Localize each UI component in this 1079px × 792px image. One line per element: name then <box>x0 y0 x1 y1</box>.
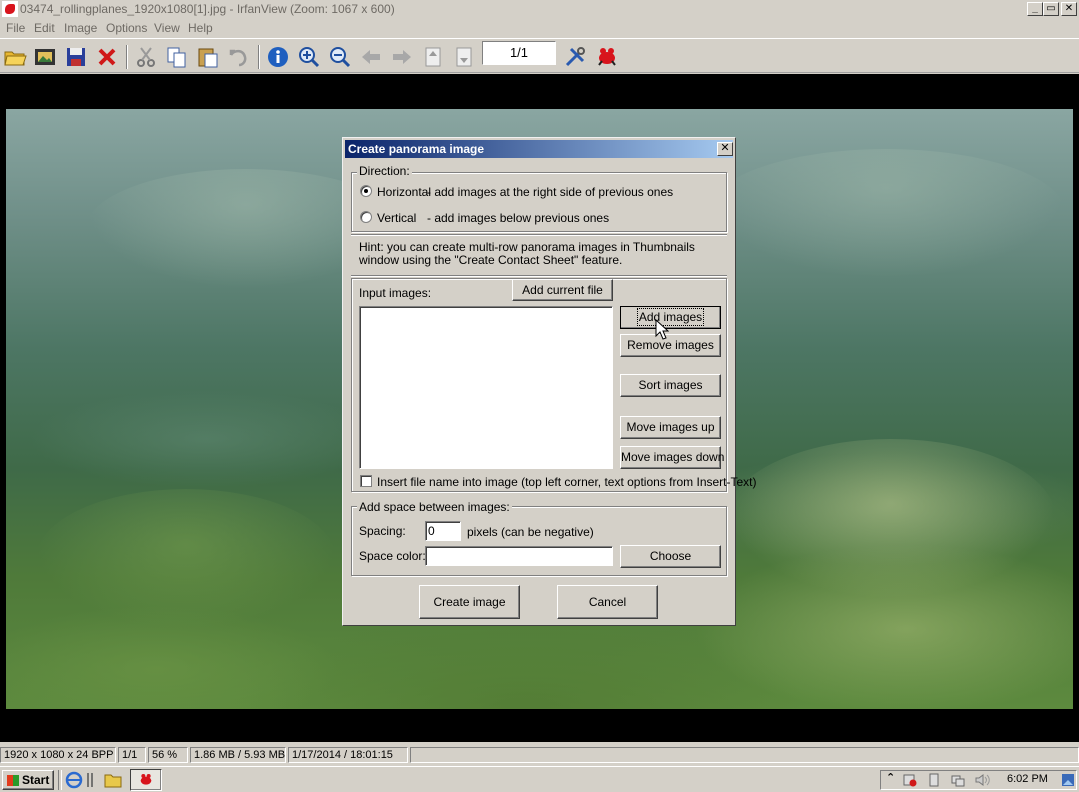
insert-filename-checkbox[interactable] <box>360 475 372 487</box>
choose-color-button[interactable]: Choose <box>620 545 721 568</box>
security-alert-icon[interactable] <box>903 773 917 787</box>
dialog-title: Create panorama image <box>348 142 485 156</box>
taskbar: Start ⌃ 6:02 PM <box>0 766 1079 792</box>
slideshow-icon[interactable] <box>33 45 57 69</box>
delete-icon[interactable] <box>95 45 119 69</box>
zoom-in-icon[interactable] <box>297 45 321 69</box>
open-folder-icon[interactable] <box>3 45 27 69</box>
start-button[interactable]: Start <box>2 770 54 790</box>
zoom-out-icon[interactable] <box>328 45 352 69</box>
status-empty <box>410 747 1079 763</box>
vertical-label[interactable]: Vertical <box>377 211 416 225</box>
toolbar-separator <box>126 45 128 69</box>
space-color-swatch <box>425 546 613 566</box>
paste-icon[interactable] <box>196 45 220 69</box>
space-group-label: Add space between images: <box>357 500 512 514</box>
close-window-button[interactable]: ✕ <box>1061 2 1077 16</box>
menu-options[interactable]: Options <box>106 21 147 35</box>
taskbar-separator <box>58 770 62 790</box>
irfanview-taskbar-icon <box>140 774 152 785</box>
menu-view[interactable]: View <box>154 21 180 35</box>
create-panorama-dialog: Create panorama image ✕ Direction: Horiz… <box>342 137 757 626</box>
status-zoom: 56 % <box>148 747 188 763</box>
add-current-file-button[interactable]: Add current file <box>512 279 613 301</box>
internet-explorer-icon[interactable] <box>65 771 83 789</box>
status-file-size: 1.86 MB / 5.93 MB <box>190 747 286 763</box>
undo-icon[interactable] <box>227 45 251 69</box>
vertical-radio[interactable] <box>360 211 372 223</box>
menu-bar: File Edit Image Options View Help <box>0 19 1079 37</box>
direction-label: Direction: <box>357 164 412 178</box>
hill-shading <box>36 489 336 629</box>
insert-filename-label[interactable]: Insert file name into image (top left co… <box>377 475 757 489</box>
toolbar-separator <box>258 45 260 69</box>
menu-file[interactable]: File <box>6 21 25 35</box>
show-desktop-icon[interactable] <box>86 771 94 789</box>
explorer-folder-icon[interactable] <box>104 771 122 789</box>
last-page-icon[interactable] <box>452 45 476 69</box>
remove-images-button[interactable]: Remove images <box>620 334 721 357</box>
divider <box>351 275 727 277</box>
settings-icon[interactable] <box>563 45 587 69</box>
restore-button[interactable]: ▭ <box>1043 2 1059 16</box>
space-color-label: Space color: <box>359 549 426 563</box>
windows-logo-icon <box>7 775 19 786</box>
input-images-label: Input images: <box>359 286 432 300</box>
first-page-icon[interactable] <box>421 45 445 69</box>
info-icon[interactable] <box>266 45 290 69</box>
spacing-input[interactable]: 0 <box>425 521 461 541</box>
dialog-close-button[interactable]: ✕ <box>717 142 733 156</box>
sort-images-button[interactable]: Sort images <box>620 374 721 397</box>
move-images-down-button[interactable]: Move images down <box>620 446 724 469</box>
status-dimensions: 1920 x 1080 x 24 BPP <box>0 747 116 763</box>
page-indicator-field[interactable]: 1/1 <box>482 41 556 65</box>
irfanview-taskbar-button[interactable] <box>130 769 162 791</box>
minimize-button[interactable]: _ <box>1027 2 1043 16</box>
divider <box>351 234 727 236</box>
spacing-label: Spacing: <box>359 524 406 538</box>
irfanview-app-icon[interactable] <box>2 1 18 17</box>
copy-icon[interactable] <box>165 45 189 69</box>
menu-image[interactable]: Image <box>64 21 97 35</box>
input-images-list[interactable] <box>359 306 613 469</box>
move-images-up-button[interactable]: Move images up <box>620 416 721 439</box>
add-images-button[interactable]: Add images <box>620 306 721 329</box>
vertical-description: - add images below previous ones <box>427 211 610 225</box>
status-page: 1/1 <box>118 747 146 763</box>
dialog-title-bar: Create panorama image ✕ <box>345 140 733 158</box>
usb-device-icon[interactable] <box>927 773 941 787</box>
create-image-button[interactable]: Create image <box>419 585 520 619</box>
taskbar-clock[interactable]: 6:02 PM <box>1007 773 1048 785</box>
next-icon[interactable] <box>390 45 414 69</box>
hill-shading <box>706 149 1066 279</box>
title-bar: 03474_rollingplanes_1920x1080[1].jpg - I… <box>0 0 1079 18</box>
hill-shading <box>726 439 1056 599</box>
status-bar: 1920 x 1080 x 24 BPP 1/1 56 % 1.86 MB / … <box>0 745 1079 765</box>
horizontal-label[interactable]: Horizontal <box>377 185 431 199</box>
horizontal-description: - add images at the right side of previo… <box>427 185 674 199</box>
save-icon[interactable] <box>64 45 88 69</box>
menu-help[interactable]: Help <box>188 21 213 35</box>
add-images-label: Add images <box>636 308 705 326</box>
cancel-button[interactable]: Cancel <box>557 585 658 619</box>
system-tray: ⌃ 6:02 PM <box>880 770 1077 790</box>
irfanview-logo-icon[interactable] <box>595 45 619 69</box>
horizontal-radio[interactable] <box>360 185 372 197</box>
window-title: 03474_rollingplanes_1920x1080[1].jpg - I… <box>20 2 395 16</box>
hint-text: Hint: you can create multi-row panorama … <box>359 240 695 267</box>
action-center-icon[interactable] <box>1061 773 1075 787</box>
menu-edit[interactable]: Edit <box>34 21 55 35</box>
spacing-unit-label: pixels (can be negative) <box>467 525 594 539</box>
previous-icon[interactable] <box>359 45 383 69</box>
network-icon[interactable] <box>951 773 965 787</box>
start-label: Start <box>22 773 50 787</box>
tray-expand-icon[interactable]: ⌃ <box>886 771 895 784</box>
status-date: 1/17/2014 / 18:01:15 <box>288 747 408 763</box>
cut-icon[interactable] <box>134 45 158 69</box>
volume-icon[interactable] <box>975 773 991 787</box>
mouse-cursor-icon <box>655 319 669 340</box>
